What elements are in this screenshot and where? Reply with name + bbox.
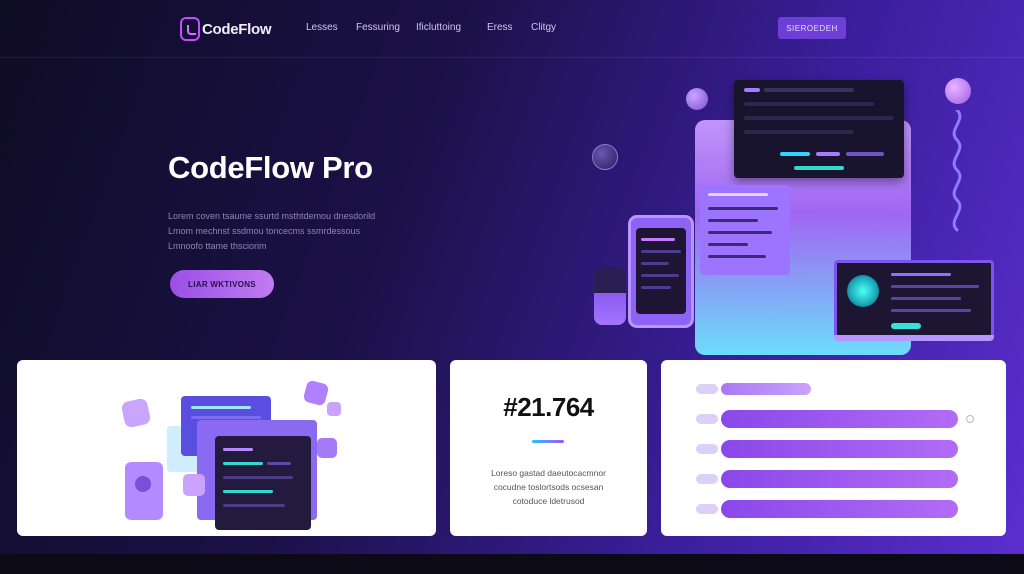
hero-body-line: Lorem coven tsaume ssurtd msthtdemou dne… — [168, 211, 376, 221]
logo-text: CodeFlow — [202, 20, 272, 38]
orb-decoration — [686, 88, 708, 110]
top-nav: CodeFlow Lesses Fessuring Ificluttoing E… — [0, 0, 1024, 58]
hero-body-line: Lmom mechnst ssdmou toncecms ssmrdessous — [168, 226, 361, 236]
code-window-decoration — [215, 436, 311, 530]
shape-decoration — [120, 397, 152, 429]
bottom-strip — [0, 554, 1024, 574]
progress-row-marker — [696, 444, 718, 454]
stat-divider — [532, 440, 564, 443]
shape-decoration — [327, 402, 341, 416]
hero-cta-button[interactable]: LIAR WKTIVONS — [170, 270, 274, 298]
orb-decoration — [592, 144, 618, 170]
laptop-device — [834, 260, 994, 338]
nav-link-5[interactable]: Clitgy — [531, 22, 556, 33]
globe-icon — [847, 275, 879, 307]
progress-bar — [721, 500, 958, 518]
nav-cta-button[interactable]: SIEROEDEH — [778, 17, 846, 39]
nav-link-1[interactable]: Lesses — [306, 22, 338, 33]
progress-row-marker — [696, 504, 718, 514]
stat-description-line: cocudne toslortsods ocsesan — [493, 482, 604, 492]
progress-bar — [721, 470, 958, 488]
shape-decoration — [183, 474, 205, 496]
nav-link-4[interactable]: Eress — [487, 22, 513, 33]
progress-row-marker — [696, 384, 718, 394]
progress-bar — [721, 410, 958, 428]
progress-bar — [721, 383, 811, 395]
nav-link-2[interactable]: Fessuring — [356, 22, 400, 33]
hero-body-line: Lmnoofo ttame thsciorim — [168, 241, 267, 251]
progress-card — [661, 360, 1006, 536]
stat-description-line: Loreso gastad daeutocacmnor — [491, 468, 606, 478]
squiggle-decoration — [952, 110, 962, 232]
stat-description-line: cotoduce ldetrusod — [512, 496, 585, 506]
orb-decoration — [945, 78, 971, 104]
code-bracket-icon — [180, 17, 200, 41]
code-window — [734, 80, 904, 178]
nav-link-3[interactable]: Ificluttoing — [416, 22, 461, 33]
phone-device — [628, 215, 694, 328]
progress-row-marker — [696, 414, 718, 424]
stat-card: #21.764 Loreso gastad daeutocacmnor cocu… — [450, 360, 647, 536]
isometric-illustration — [117, 378, 347, 530]
progress-bar — [721, 440, 958, 458]
phone-decoration — [125, 462, 163, 520]
hero-title: CodeFlow Pro — [168, 150, 373, 185]
shape-decoration — [317, 438, 337, 458]
hero-illustration — [590, 70, 1000, 355]
cylinder-decoration — [594, 267, 626, 325]
form-window — [700, 185, 790, 275]
laptop-base — [834, 335, 994, 341]
stat-value: #21.764 — [503, 392, 594, 422]
progress-row-marker — [696, 474, 718, 484]
shape-decoration — [302, 379, 330, 407]
logo[interactable]: CodeFlow — [180, 17, 272, 41]
feature-card-illustration — [17, 360, 436, 536]
radio-indicator[interactable] — [966, 415, 974, 423]
